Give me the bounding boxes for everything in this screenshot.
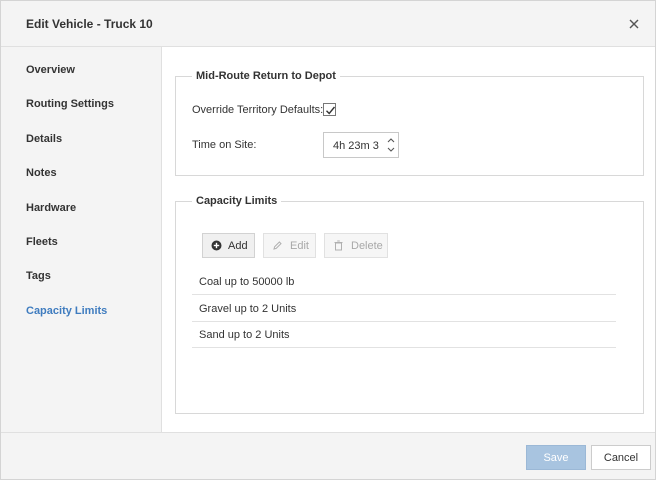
- time-on-site-label: Time on Site:: [192, 139, 257, 151]
- sidebar-item-notes[interactable]: Notes: [26, 167, 57, 179]
- chevron-down-icon[interactable]: [386, 145, 396, 155]
- add-button[interactable]: Add: [202, 233, 255, 258]
- list-item-text: Coal up to 50000 lb: [199, 276, 295, 288]
- edit-button-label: Edit: [290, 240, 309, 252]
- time-on-site-spinner[interactable]: 4h 23m 3: [323, 132, 399, 158]
- list-item[interactable]: Gravel up to 2 Units: [192, 296, 616, 322]
- sidebar-item-overview[interactable]: Overview: [26, 64, 75, 76]
- override-defaults-label: Override Territory Defaults:: [192, 104, 324, 116]
- time-on-site-value: 4h 23m 3: [333, 140, 379, 152]
- delete-button[interactable]: Delete: [324, 233, 388, 258]
- cancel-button[interactable]: Cancel: [591, 445, 651, 470]
- sidebar-item-capacity-limits[interactable]: Capacity Limits: [26, 305, 107, 317]
- capacity-limits-legend: Capacity Limits: [192, 195, 282, 207]
- trash-icon: [334, 240, 343, 251]
- dialog-title: Edit Vehicle - Truck 10: [26, 17, 153, 31]
- mid-route-fieldset: Mid-Route Return to Depot Override Terri…: [175, 70, 644, 176]
- close-icon[interactable]: [626, 16, 642, 32]
- checkmark-icon: [326, 106, 336, 115]
- spinner-arrows: [384, 133, 398, 157]
- sidebar-item-fleets[interactable]: Fleets: [26, 236, 58, 248]
- delete-button-label: Delete: [351, 240, 383, 252]
- dialog-footer: Save Cancel: [1, 432, 655, 479]
- override-defaults-checkbox[interactable]: [323, 103, 336, 116]
- list-item-text: Gravel up to 2 Units: [199, 303, 297, 315]
- capacity-limits-fieldset: Capacity Limits Add Edit Delete Coal up …: [175, 195, 644, 414]
- sidebar-item-routing-settings[interactable]: Routing Settings: [26, 98, 114, 110]
- sidebar-item-details[interactable]: Details: [26, 133, 62, 145]
- list-item[interactable]: Coal up to 50000 lb: [192, 269, 616, 295]
- plus-circle-icon: [211, 240, 222, 251]
- list-item[interactable]: Sand up to 2 Units: [192, 322, 616, 348]
- dialog-header: Edit Vehicle - Truck 10: [1, 1, 655, 47]
- sidebar-nav: Overview Routing Settings Details Notes …: [1, 47, 162, 432]
- list-item-text: Sand up to 2 Units: [199, 329, 290, 341]
- sidebar-item-tags[interactable]: Tags: [26, 270, 51, 282]
- edit-button[interactable]: Edit: [263, 233, 316, 258]
- add-button-label: Add: [228, 240, 248, 252]
- sidebar-item-hardware[interactable]: Hardware: [26, 202, 76, 214]
- chevron-up-icon[interactable]: [386, 135, 396, 145]
- mid-route-legend: Mid-Route Return to Depot: [192, 70, 340, 82]
- pencil-icon: [273, 241, 282, 250]
- save-button[interactable]: Save: [526, 445, 586, 470]
- edit-vehicle-dialog: Edit Vehicle - Truck 10 Overview Routing…: [0, 0, 656, 480]
- main-content: Mid-Route Return to Depot Override Terri…: [163, 47, 655, 432]
